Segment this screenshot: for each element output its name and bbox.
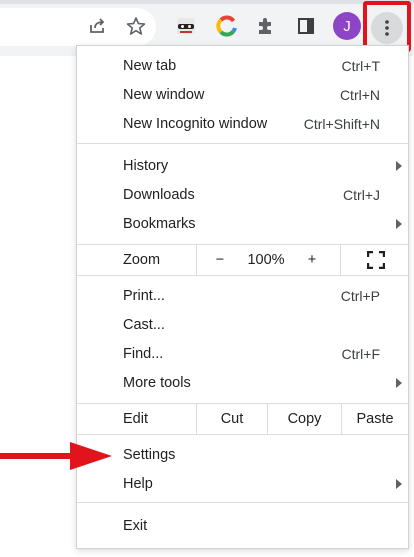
menu-item-label: Settings — [123, 446, 176, 463]
c-logo-extension-icon[interactable] — [213, 12, 241, 40]
edit-label: Edit — [123, 411, 148, 427]
menu-item-label: More tools — [123, 374, 191, 391]
tab-strip-edge — [0, 0, 414, 4]
menu-separator — [77, 434, 408, 435]
chrome-main-menu: New tab Ctrl+T New window Ctrl+N New Inc… — [76, 45, 409, 549]
menu-item-label: History — [123, 157, 169, 174]
menu-item-shortcut: Ctrl+P — [340, 287, 380, 304]
bookmark-star-icon[interactable] — [122, 12, 150, 40]
extensions-puzzle-icon[interactable] — [252, 12, 280, 40]
zoom-label: Zoom — [123, 252, 161, 268]
menu-item-cast[interactable]: Cast... — [77, 310, 408, 339]
browser-window: J New tab Ctrl+T New window Ctrl+N New I… — [0, 0, 414, 557]
cut-button[interactable]: Cut — [197, 404, 267, 434]
menu-item-find[interactable]: Find... Ctrl+F — [77, 339, 408, 368]
menu-item-shortcut: Ctrl+Shift+N — [303, 115, 380, 132]
menu-item-shortcut: Ctrl+J — [343, 186, 380, 203]
menu-item-downloads[interactable]: Downloads Ctrl+J — [77, 180, 408, 209]
side-panel-icon[interactable] — [292, 12, 320, 40]
menu-item-label: New Incognito window — [123, 115, 268, 132]
menu-item-new-window[interactable]: New window Ctrl+N — [77, 80, 408, 109]
fullscreen-icon[interactable] — [363, 245, 389, 275]
incognito-mask-extension-icon[interactable] — [172, 12, 200, 40]
menu-item-shortcut: Ctrl+N — [339, 86, 380, 103]
zoom-out-button[interactable]: − — [207, 245, 233, 275]
submenu-arrow-icon — [396, 378, 402, 388]
profile-avatar[interactable]: J — [333, 12, 361, 40]
avatar-letter: J — [343, 17, 351, 35]
paste-button[interactable]: Paste — [342, 404, 408, 434]
submenu-arrow-icon — [396, 479, 402, 489]
red-pointer-arrow-icon — [0, 442, 112, 470]
submenu-arrow-icon — [396, 219, 402, 229]
menu-item-new-tab[interactable]: New tab Ctrl+T — [77, 51, 408, 80]
zoom-divider — [196, 245, 197, 275]
menu-item-new-incognito-window[interactable]: New Incognito window Ctrl+Shift+N — [77, 109, 408, 138]
menu-item-more-tools[interactable]: More tools — [77, 368, 408, 397]
menu-separator — [77, 275, 408, 276]
edit-row: Edit Cut Copy Paste — [77, 404, 408, 434]
menu-item-label: Exit — [123, 517, 148, 534]
menu-item-label: Cast... — [123, 316, 165, 333]
menu-item-label: Find... — [123, 345, 164, 362]
submenu-arrow-icon — [396, 161, 402, 171]
copy-button[interactable]: Copy — [268, 404, 341, 434]
menu-item-label: Help — [123, 475, 153, 492]
zoom-row: Zoom − 100% + — [77, 245, 408, 275]
menu-separator — [77, 502, 408, 503]
zoom-level-value: 100% — [247, 252, 285, 268]
menu-item-label: Bookmarks — [123, 215, 196, 232]
menu-item-print[interactable]: Print... Ctrl+P — [77, 281, 408, 310]
menu-separator — [77, 143, 408, 144]
menu-item-label: Downloads — [123, 186, 195, 203]
share-icon[interactable] — [83, 12, 111, 40]
menu-item-shortcut: Ctrl+T — [341, 57, 381, 74]
menu-item-help[interactable]: Help — [77, 469, 408, 498]
zoom-divider — [340, 245, 341, 275]
menu-item-settings[interactable]: Settings — [77, 440, 408, 469]
menu-item-bookmarks[interactable]: Bookmarks — [77, 209, 408, 238]
menu-item-exit[interactable]: Exit — [77, 511, 408, 540]
zoom-in-button[interactable]: + — [299, 245, 325, 275]
menu-item-label: New window — [123, 86, 205, 103]
menu-item-shortcut: Ctrl+F — [341, 345, 381, 362]
menu-item-history[interactable]: History — [77, 151, 408, 180]
menu-item-label: Print... — [123, 287, 165, 304]
menu-item-label: New tab — [123, 57, 177, 74]
